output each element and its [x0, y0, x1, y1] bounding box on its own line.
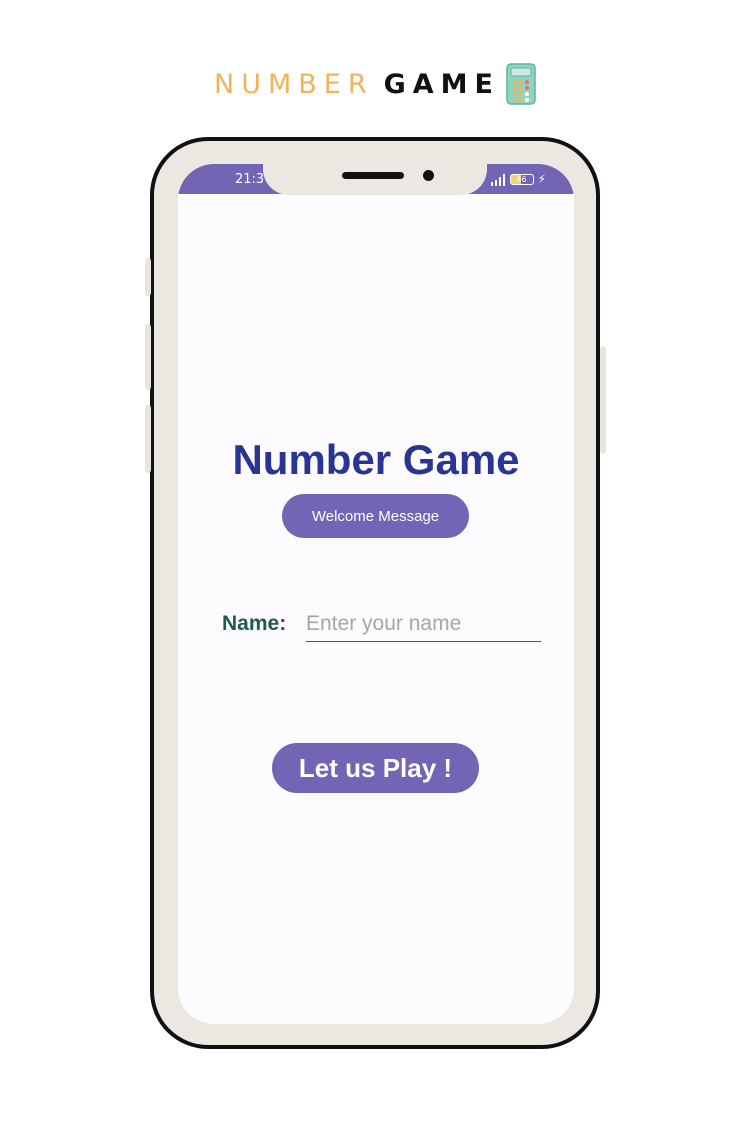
- banner-word-number: NUMBER: [214, 68, 374, 100]
- battery-icon: 46: [509, 173, 534, 185]
- calculator-icon: [506, 63, 536, 105]
- status-time: 21:3: [235, 172, 265, 187]
- speaker-icon: [342, 172, 404, 179]
- banner-word-game: GAME: [383, 68, 500, 100]
- charging-bolt-icon: ⚡: [537, 172, 546, 186]
- page: NUMBER GAME 21:3 46 ⚡ Number Game Welcom…: [0, 0, 750, 1125]
- phone-notch: [263, 141, 487, 195]
- phone-screen: 21:3 46 ⚡: [178, 164, 574, 1024]
- banner-title: NUMBER GAME: [0, 62, 750, 106]
- power-button: [600, 346, 606, 454]
- name-label: Name:: [222, 612, 287, 635]
- volume-up-button: [145, 258, 151, 296]
- name-input[interactable]: [306, 606, 541, 642]
- signal-icon: [490, 173, 506, 186]
- status-icons: 46 ⚡: [490, 172, 546, 186]
- welcome-message-button[interactable]: Welcome Message: [282, 494, 469, 538]
- app-title: Number Game: [232, 436, 520, 483]
- front-camera-icon: [423, 170, 434, 181]
- volume-down-button: [145, 405, 151, 473]
- play-button[interactable]: Let us Play !: [272, 743, 479, 793]
- volume-middle-button: [145, 324, 151, 390]
